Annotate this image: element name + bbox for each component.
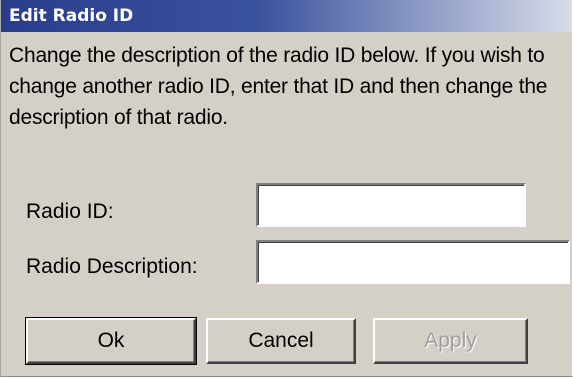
instructions-text: Change the description of the radio ID b… — [9, 44, 548, 129]
cancel-button[interactable]: Cancel — [206, 318, 356, 364]
edit-radio-id-dialog: Edit Radio ID Change the description of … — [0, 0, 573, 377]
radio-description-input[interactable] — [256, 240, 570, 284]
radio-description-label: Radio Description: — [26, 255, 198, 278]
radio-id-input[interactable] — [256, 183, 526, 227]
dialog-title: Edit Radio ID — [9, 6, 134, 26]
radio-id-label: Radio ID: — [26, 200, 114, 223]
title-bar[interactable]: Edit Radio ID — [1, 0, 572, 32]
ok-button[interactable]: Ok — [25, 317, 197, 365]
apply-button[interactable]: Apply — [373, 318, 528, 364]
